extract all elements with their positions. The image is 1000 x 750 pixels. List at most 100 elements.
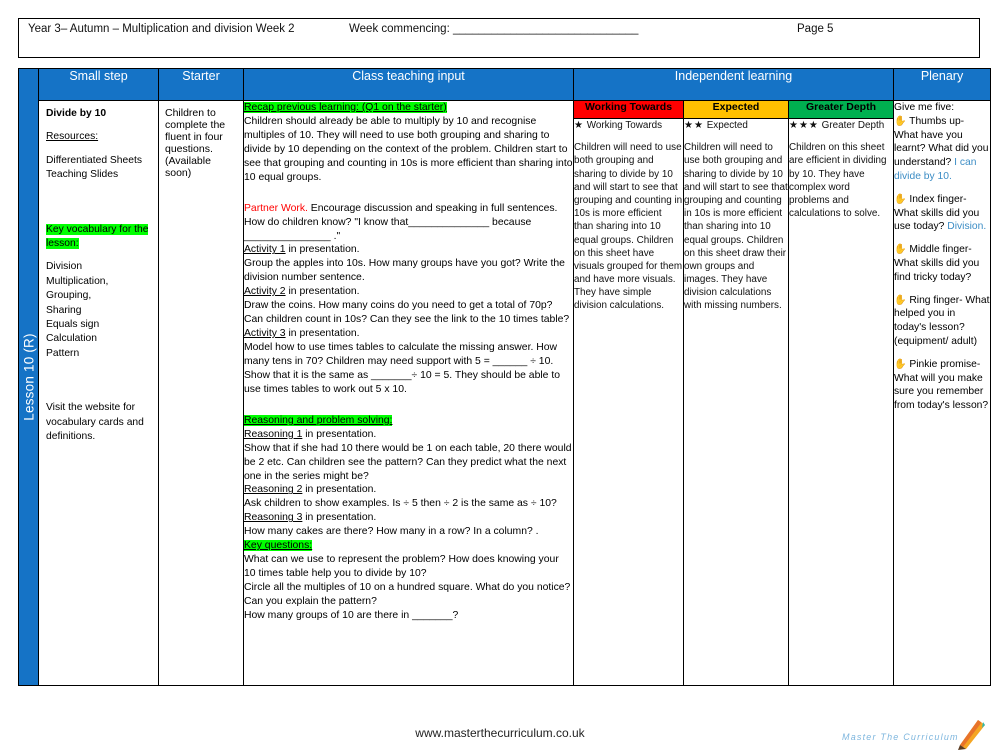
header-row: Year 3– Autumn – Multiplication and divi…: [19, 19, 979, 41]
activity-1-label: Activity 1: [244, 244, 286, 256]
lesson-tab-label: Lesson 10 (R): [21, 333, 36, 421]
activity-3-line: Activity 3 in presentation.: [244, 327, 573, 341]
activity-1-body: Group the apples into 10s. How many grou…: [244, 258, 565, 284]
brand-logo: Master The Curriculum: [840, 720, 990, 750]
reasoning-1-label: Reasoning 1: [244, 428, 303, 440]
plenary-question-2: Middle finger- What skills did you find …: [894, 244, 980, 283]
column-header-class-teaching-input: Class teaching input: [243, 68, 574, 101]
lesson-tab: Lesson 10 (R): [18, 68, 39, 686]
column-header-plenary: Plenary: [893, 68, 992, 101]
header-course-title: Year 3– Autumn – Multiplication and divi…: [28, 23, 295, 35]
activity-3-suffix: in presentation.: [285, 328, 360, 340]
recap-heading-wrap: Recap previous learning: (Q1 on the star…: [244, 101, 573, 115]
recap-heading: Recap previous learning: (Q1 on the star…: [244, 102, 447, 113]
small-step-footer-note: Visit the website for vocabulary cards a…: [46, 402, 144, 443]
activity-1-line: Activity 1 in presentation.: [244, 243, 573, 257]
cell-small-step: Divide by 10 Resources: Differentiated S…: [38, 100, 159, 686]
resource-item-1: Teaching Slides: [46, 169, 119, 181]
working-towards-title: ★ Working Towards: [574, 119, 683, 132]
key-vocabulary-heading-wrap: Key vocabulary for the lesson:: [46, 223, 151, 252]
key-question-0: What can we use to represent the problem…: [244, 554, 559, 580]
plenary-question-4: Pinkie promise- What will you make sure …: [894, 358, 989, 412]
reasoning-heading: Reasoning and problem solving:: [244, 414, 393, 426]
key-question-2: How many groups of 10 are there in _____…: [244, 609, 459, 621]
reasoning-3-suffix: in presentation.: [302, 512, 377, 524]
star-icon: ★★: [684, 120, 704, 131]
vocab-item-3: Sharing: [46, 304, 82, 316]
reasoning-2-body: Ask children to show examples. Is ÷ 5 th…: [244, 498, 557, 510]
vocab-item-4: Equals sign: [46, 319, 100, 331]
activity-2-line: Activity 2 in presentation.: [244, 285, 573, 299]
lesson-plan-table: Lesson 10 (R) Small step Starter Class t…: [18, 68, 992, 686]
hand-icon: ✋: [894, 294, 907, 306]
resource-item-0: Differentiated Sheets: [46, 154, 142, 166]
vocab-item-1: Multiplication,: [46, 275, 109, 287]
brand-logo-text: Master The Curriculum: [842, 732, 959, 742]
cell-starter: Children to complete the fluent in four …: [158, 100, 244, 686]
band-expected: Expected: [683, 100, 789, 119]
cell-class-teaching-input: Recap previous learning: (Q1 on the star…: [243, 100, 574, 686]
hand-icon: ✋: [894, 358, 907, 370]
vocab-item-5: Calculation: [46, 333, 97, 345]
reasoning-1-line: Reasoning 1 in presentation.: [244, 428, 573, 442]
plenary-item-3: ✋ Ring finger- What helped you in today'…: [894, 294, 990, 349]
partner-work-label: Partner Work.: [244, 202, 308, 214]
reasoning-1-body: Show that if she had 10 there would be 1…: [244, 442, 572, 482]
working-towards-body: Children will need to use both grouping …: [574, 142, 683, 312]
expected-title: ★★ Expected: [684, 119, 788, 132]
star-icon: ★: [574, 120, 584, 131]
plenary-item-1: ✋ Index finger- What skills did you use …: [894, 193, 990, 234]
page-root: Year 3– Autumn – Multiplication and divi…: [0, 0, 1000, 750]
key-questions-heading-wrap: Key questions:: [244, 539, 573, 553]
reasoning-3-body: How many cakes are there? How many in a …: [244, 526, 539, 538]
pencil-icon: [958, 720, 985, 750]
cell-greater-depth: ★★★ Greater Depth Children on this sheet…: [787, 118, 895, 686]
header-week-commencing: Week commencing: _______________________…: [349, 23, 639, 35]
lesson-plan-table-wrapper: Lesson 10 (R) Small step Starter Class t…: [18, 68, 992, 686]
activity-3-body: Model how to use times tables to calcula…: [244, 342, 560, 395]
activity-2-label: Activity 2: [244, 286, 286, 298]
hand-icon: ✋: [894, 193, 907, 205]
plenary-question-3: Ring finger- What helped you in today's …: [894, 294, 990, 347]
cell-expected: ★★ Expected Children will need to use bo…: [683, 118, 789, 686]
table-header-row: Lesson 10 (R) Small step Starter Class t…: [18, 68, 992, 686]
plenary-answer-1: Division.: [947, 221, 987, 233]
star-icon: ★★★: [789, 120, 819, 131]
reasoning-2-label: Reasoning 2: [244, 484, 303, 496]
reasoning-2-suffix: in presentation.: [302, 484, 377, 496]
plenary-item-4: ✋ Pinkie promise- What will you make sur…: [894, 358, 990, 413]
activity-2-suffix: in presentation.: [285, 286, 360, 298]
key-vocabulary-heading: Key vocabulary for the lesson:: [46, 223, 149, 250]
plenary-item-0: ✋ Thumbs up- What have you learnt? What …: [894, 115, 990, 184]
reasoning-3-label: Reasoning 3: [244, 512, 303, 524]
small-step-title: Divide by 10: [46, 108, 107, 119]
vocab-item-2: Grouping,: [46, 290, 92, 302]
starter-text: Children to complete the fluent in four …: [165, 107, 226, 179]
resources-label: Resources:: [46, 131, 99, 143]
vocab-item-0: Division: [46, 261, 83, 273]
plenary-heading: Give me five:: [894, 102, 955, 113]
hand-icon: ✋: [894, 115, 907, 127]
recap-body: Children should already be able to multi…: [244, 115, 573, 183]
partner-work-line: Partner Work. Encourage discussion and s…: [244, 202, 573, 244]
hand-icon: ✋: [894, 244, 907, 256]
cell-plenary: Give me five: ✋ Thumbs up- What have you…: [893, 100, 992, 686]
vocab-item-6: Pattern: [46, 347, 80, 359]
reasoning-2-line: Reasoning 2 in presentation.: [244, 483, 573, 497]
greater-depth-label: Greater Depth: [821, 120, 885, 131]
column-header-independent-learning: Independent learning: [572, 68, 895, 101]
column-header-starter: Starter: [158, 68, 244, 101]
key-questions-heading: Key questions:: [244, 540, 313, 552]
document-header: Year 3– Autumn – Multiplication and divi…: [18, 18, 980, 58]
plenary-item-2: ✋ Middle finger- What skills did you fin…: [894, 243, 990, 284]
activity-3-label: Activity 3: [244, 328, 286, 340]
greater-depth-title: ★★★ Greater Depth: [789, 119, 893, 132]
key-question-1: Circle all the multiples of 10 on a hund…: [244, 582, 571, 607]
greater-depth-body: Children on this sheet are efficient in …: [789, 142, 887, 220]
reasoning-3-line: Reasoning 3 in presentation.: [244, 511, 573, 525]
column-header-small-step: Small step: [38, 68, 159, 101]
reasoning-heading-wrap: Reasoning and problem solving:: [244, 414, 573, 428]
header-page-number: Page 5: [797, 23, 834, 35]
activity-1-suffix: in presentation.: [285, 244, 360, 256]
activity-2-body: Draw the coins. How many coins do you ne…: [244, 300, 570, 326]
